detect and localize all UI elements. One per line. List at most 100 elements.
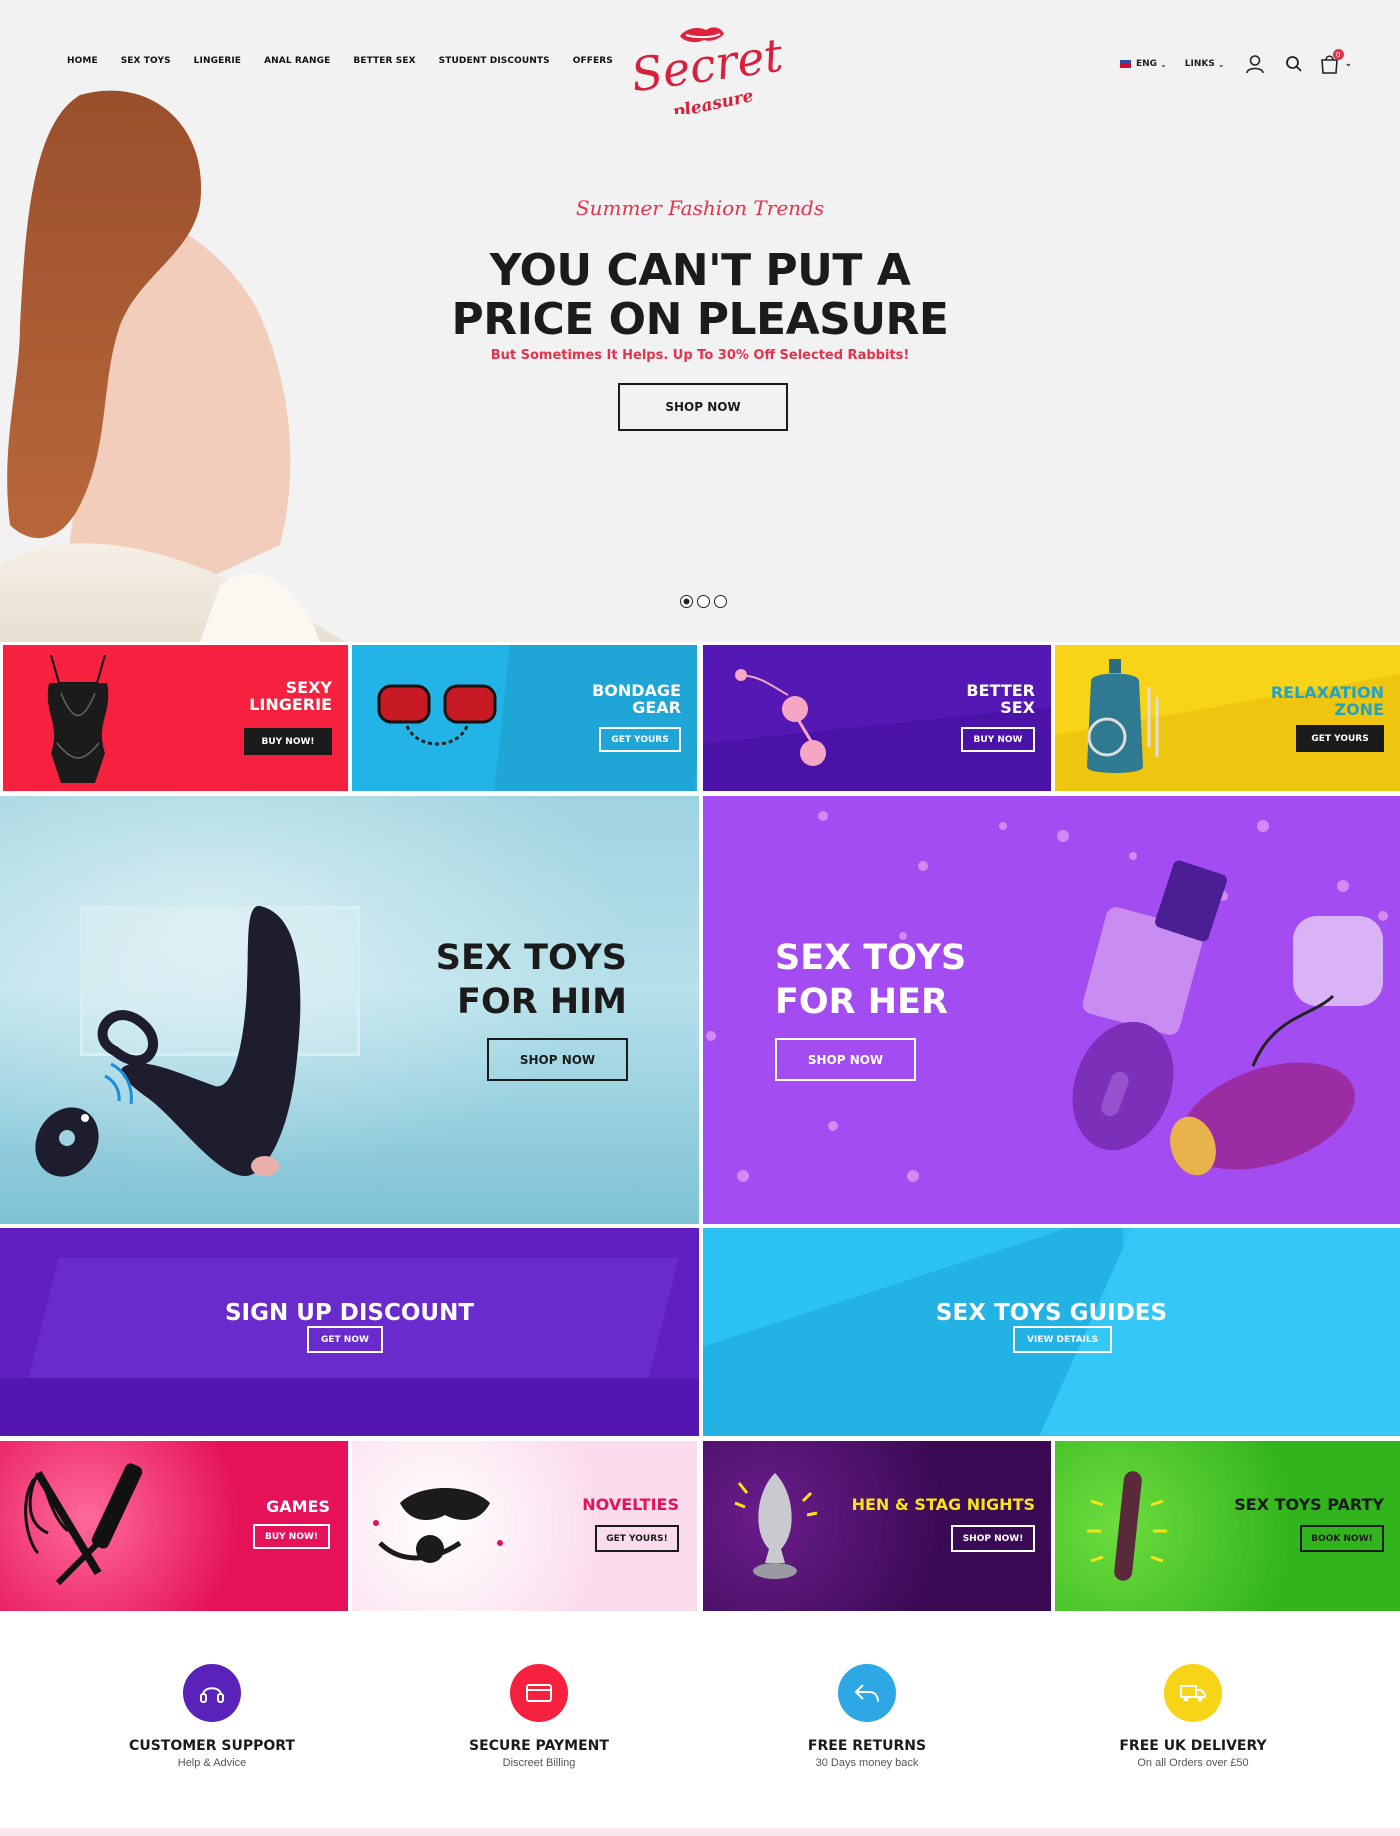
shop-now-button[interactable]: SHOP NOW!	[951, 1525, 1035, 1552]
links-label: LINKS	[1184, 59, 1215, 69]
language-selector[interactable]: ENG ⌄	[1120, 59, 1167, 69]
nav-item-offers[interactable]: OFFERS	[573, 56, 613, 66]
douche-image	[1087, 659, 1159, 773]
tile-title: RELAXATION ZONE	[1271, 684, 1384, 719]
whip-paddle-image	[24, 1463, 143, 1586]
feature-icon-circle	[1164, 1664, 1222, 1722]
feature-subtitle: Help & Advice	[177, 1757, 247, 1769]
blindfold-gag-image	[373, 1488, 503, 1563]
feature-customer-support: CUSTOMER SUPPORT Help & Advice	[92, 1664, 332, 1769]
slider-dot-3[interactable]	[714, 595, 727, 608]
category-tile-sex-toys-party[interactable]: SEX TOYS PARTY BOOK NOW!	[1055, 1441, 1400, 1611]
lingerie-image	[47, 654, 109, 783]
feature-subtitle: On all Orders over £50	[1137, 1757, 1249, 1769]
buy-now-button[interactable]: BUY NOW!	[253, 1524, 330, 1549]
hero-shop-now-button[interactable]: SHOP NOW	[618, 383, 788, 431]
tile-title-line2: GEAR	[632, 697, 681, 717]
tile-title: NOVELTIES	[582, 1495, 679, 1514]
hero-headline-line2: PRICE ON PLEASURE	[451, 294, 949, 345]
love-balls-image	[735, 669, 826, 766]
bullet-vibrator-image	[1072, 860, 1383, 1176]
cart-count-badge: 0	[1332, 49, 1344, 60]
tile-title: BETTER SEX	[966, 682, 1035, 717]
buy-now-button[interactable]: BUY NOW!	[244, 728, 332, 755]
feature-free-uk-delivery: FREE UK DELIVERY On all Orders over £50	[1073, 1664, 1313, 1769]
feature-icon-circle	[510, 1664, 568, 1722]
category-tile-relaxation-zone[interactable]: RELAXATION ZONE GET YOURS	[1055, 645, 1400, 791]
banner-title: SEX TOYS GUIDES	[935, 1300, 1168, 1326]
book-now-button[interactable]: BOOK NOW!	[1300, 1525, 1384, 1552]
feature-subtitle: 30 Days money back	[815, 1757, 919, 1769]
prostate-massager-image	[35, 905, 301, 1177]
slider-dot-1[interactable]	[680, 595, 693, 608]
tile-title: SEXY LINGERIE	[249, 679, 332, 714]
hero-banner: HOME SEX TOYS LINGERIE ANAL RANGE BETTER…	[0, 0, 1400, 642]
hero-headline-line1: YOU CAN'T PUT A	[489, 245, 911, 296]
hero-tagline: Summer Fashion Trends	[575, 196, 825, 220]
feature-title: CUSTOMER SUPPORT	[129, 1738, 295, 1754]
language-label: ENG	[1136, 59, 1158, 69]
tile-title-line2: LINGERIE	[249, 694, 332, 714]
brand-logo[interactable]: Secret pleasure	[620, 14, 790, 114]
chevron-down-icon: ⌄	[1344, 59, 1353, 69]
nav-item-better-sex[interactable]: BETTER SEX	[353, 56, 415, 66]
shop-now-button[interactable]: SHOP NOW	[487, 1038, 628, 1081]
category-tile-bondage-gear[interactable]: BONDAGE GEAR GET YOURS	[352, 645, 697, 791]
feature-title: FREE UK DELIVERY	[1119, 1738, 1267, 1754]
nav-item-student-discounts[interactable]: STUDENT DISCOUNTS	[439, 56, 550, 66]
view-details-button[interactable]: VIEW DETAILS	[1013, 1326, 1113, 1353]
footer-divider-strip	[0, 1828, 1400, 1836]
banner-sex-toys-guides[interactable]: SEX TOYS GUIDES VIEW DETAILS	[703, 1228, 1400, 1436]
page: HOME SEX TOYS LINGERIE ANAL RANGE BETTER…	[0, 0, 1400, 1836]
account-button[interactable]	[1245, 54, 1265, 74]
promo-title-line2: FOR HER	[775, 982, 948, 1022]
promo-title: SEX TOYS FOR HIM	[436, 936, 627, 1024]
promo-title-line1: SEX TOYS	[775, 938, 967, 978]
promo-sex-toys-for-her[interactable]: SEX TOYS FOR HER SHOP NOW	[703, 796, 1400, 1224]
get-now-button[interactable]: GET NOW	[307, 1326, 383, 1353]
category-tile-novelties[interactable]: NOVELTIES GET YOURS!	[352, 1441, 697, 1611]
get-yours-button[interactable]: GET YOURS	[1296, 725, 1384, 752]
headset-icon	[200, 1687, 224, 1703]
feature-title: FREE RETURNS	[807, 1738, 927, 1754]
shop-now-button[interactable]: SHOP NOW	[775, 1038, 916, 1081]
lipstick-vibe-image	[1087, 1471, 1167, 1581]
tile-title: BONDAGE GEAR	[592, 682, 681, 717]
brand-logo-text: Secret	[628, 28, 787, 103]
slider-dot-2[interactable]	[697, 595, 710, 608]
nav-item-sex-toys[interactable]: SEX TOYS	[121, 56, 171, 66]
promo-title-line2: FOR HIM	[457, 982, 627, 1022]
cart-button[interactable]: 0 ⌄	[1319, 49, 1353, 75]
search-button[interactable]	[1285, 55, 1303, 73]
tile-title: SEX TOYS PARTY	[1234, 1495, 1384, 1514]
tile-title-line2: ZONE	[1334, 699, 1384, 719]
buy-now-button[interactable]: BUY NOW	[961, 727, 1035, 752]
banner-sign-up-discount[interactable]: SIGN UP DISCOUNT GET NOW	[0, 1228, 699, 1436]
tile-title: GAMES	[266, 1497, 330, 1516]
feature-subtitle: Discreet Billing	[502, 1757, 576, 1769]
feature-title: SECURE PAYMENT	[469, 1738, 609, 1754]
category-tile-hen-stag-nights[interactable]: HEN & STAG NIGHTS SHOP NOW!	[703, 1441, 1051, 1611]
uk-flag-icon	[1120, 60, 1131, 68]
nav-item-home[interactable]: HOME	[67, 56, 98, 66]
category-tile-sexy-lingerie[interactable]: SEXY LINGERIE BUY NOW!	[3, 645, 348, 791]
feature-icon-circle	[838, 1664, 896, 1722]
promo-sex-toys-for-him[interactable]: SEX TOYS FOR HIM SHOP NOW	[0, 796, 699, 1224]
links-dropdown[interactable]: LINKS ⌄	[1185, 59, 1225, 69]
main-nav: HOME SEX TOYS LINGERIE ANAL RANGE BETTER…	[67, 56, 613, 66]
nav-item-lingerie[interactable]: LINGERIE	[194, 56, 241, 66]
get-yours-button[interactable]: GET YOURS!	[595, 1525, 679, 1552]
promo-title-line1: SEX TOYS	[435, 938, 627, 978]
feature-free-returns: FREE RETURNS 30 Days money back	[747, 1664, 987, 1769]
hero-headline: YOU CAN'T PUT A PRICE ON PLEASURE	[0, 246, 1400, 344]
chevron-down-icon: ⌄	[1160, 59, 1167, 69]
promo-title: SEX TOYS FOR HER	[775, 936, 966, 1024]
get-yours-button[interactable]: GET YOURS	[599, 727, 681, 752]
return-arrow-icon	[854, 1684, 879, 1703]
tile-title: HEN & STAG NIGHTS	[851, 1495, 1035, 1514]
credit-card-icon	[526, 1684, 552, 1702]
category-tile-better-sex[interactable]: BETTER SEX BUY NOW	[703, 645, 1051, 791]
category-tile-games[interactable]: GAMES BUY NOW!	[0, 1441, 348, 1611]
plug-image	[734, 1473, 818, 1579]
nav-item-anal-range[interactable]: ANAL RANGE	[264, 56, 330, 66]
